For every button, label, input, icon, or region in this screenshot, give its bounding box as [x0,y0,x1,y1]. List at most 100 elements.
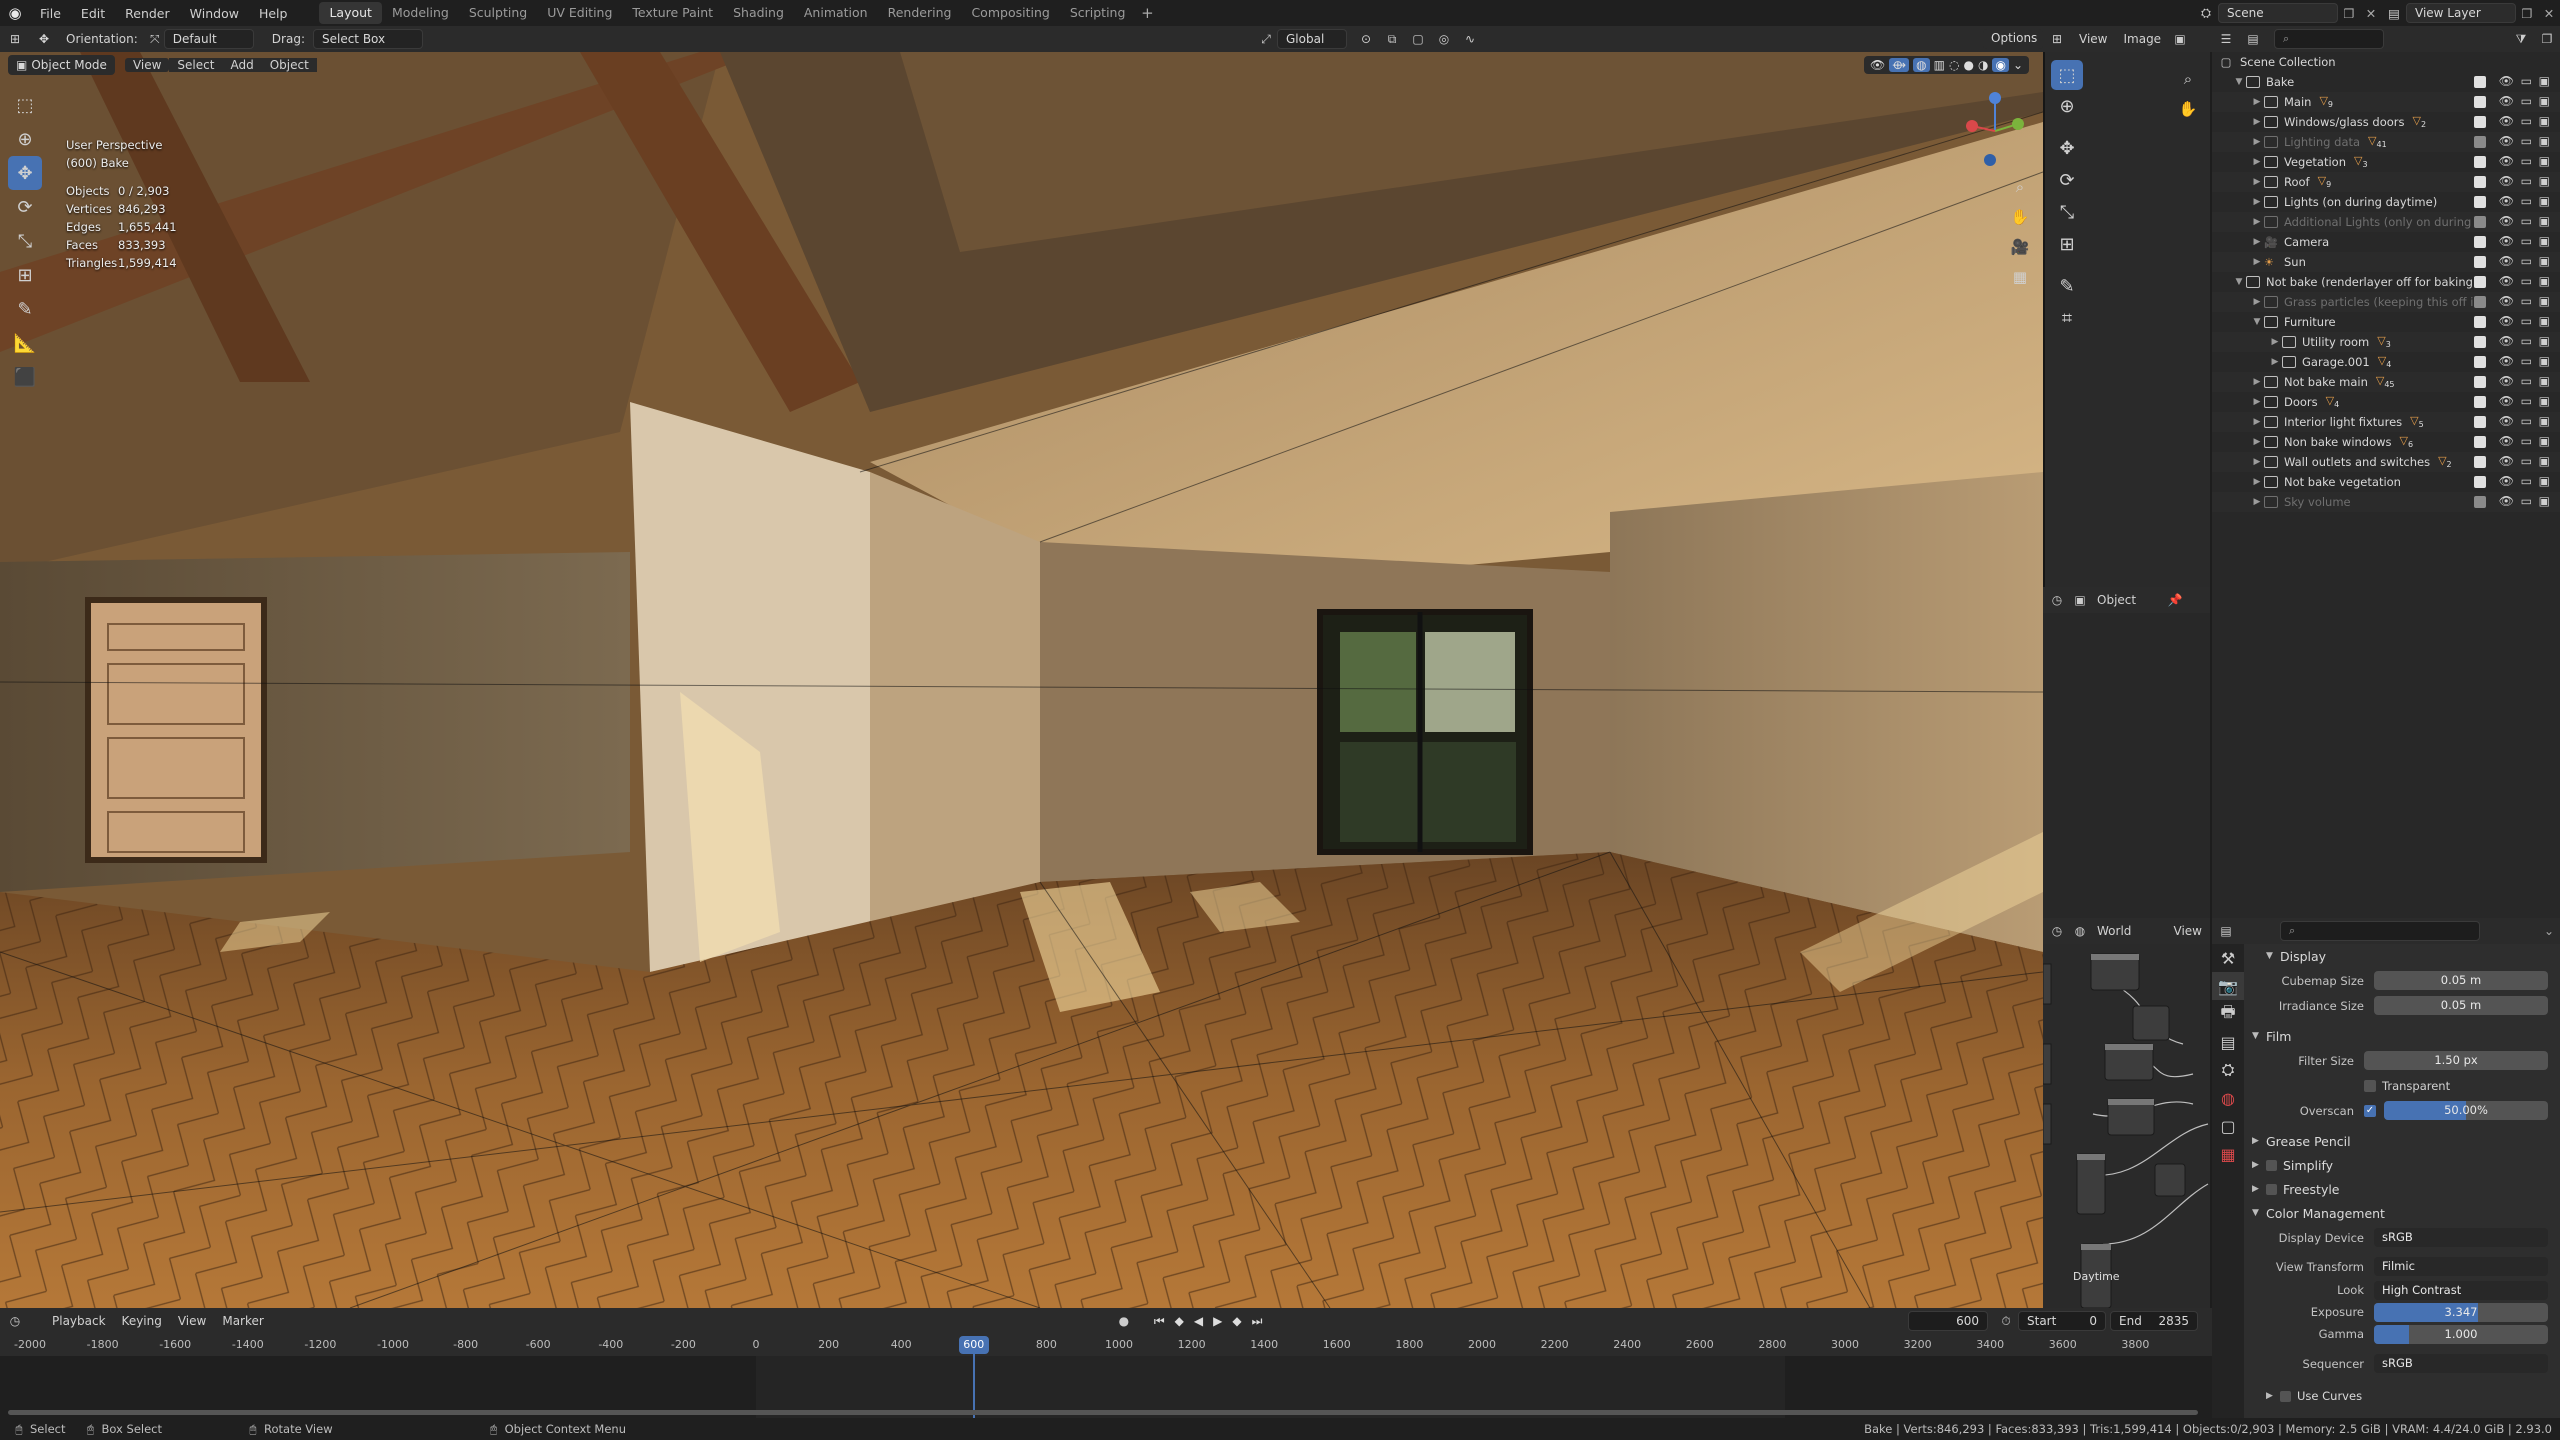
texture-tab-icon[interactable]: ▦ [2212,1140,2244,1168]
camera-toggle-icon[interactable]: ▭ [2521,434,2532,448]
exclude-checkbox[interactable] [2474,476,2486,488]
transform-tool-icon[interactable]: ⊞ [8,258,42,292]
exclude-checkbox[interactable] [2474,96,2486,108]
exposure-slider[interactable]: 3.347 [2374,1302,2548,1322]
outliner-row[interactable]: ▶ Windows/glass doors ▽2 👁 ▭ ▣ [2212,112,2560,132]
camera-toggle-icon[interactable]: ▭ [2521,254,2532,268]
camera-toggle-icon[interactable]: ▭ [2521,294,2532,308]
world-icon[interactable]: ◍ [2071,924,2089,938]
eye-icon[interactable]: 👁 [2499,134,2514,148]
outliner-row[interactable]: ▶ Lighting data ▽41 👁 ▭ ▣ [2212,132,2560,152]
outliner-row[interactable]: ▶ Utility room ▽3 👁 ▭ ▣ [2212,332,2560,352]
pin-icon[interactable]: 📌 [2164,593,2186,607]
play-reverse-icon[interactable]: ◀ [1194,1314,1203,1329]
render-toggle-icon[interactable]: ▣ [2539,314,2550,328]
render-toggle-icon[interactable]: ▣ [2539,74,2550,88]
view-layer-icon[interactable]: ▤ [2382,6,2406,21]
world-editor-type-icon[interactable]: ◷ [2043,924,2071,938]
measure-tool-icon[interactable]: 📐 [8,326,42,360]
eye-icon[interactable]: 👁 [2499,174,2514,188]
render-toggle-icon[interactable]: ▣ [2539,494,2550,508]
camera-toggle-icon[interactable]: ▭ [2521,454,2532,468]
exclude-checkbox[interactable] [2474,356,2486,368]
render-toggle-icon[interactable]: ▣ [2539,394,2550,408]
shader-type-icon[interactable]: ▣ [2071,593,2089,607]
eye-icon[interactable]: 👁 [2499,74,2514,88]
render-toggle-icon[interactable]: ▣ [2539,254,2550,268]
filter-icon[interactable]: ⧩ [2508,32,2534,47]
render-toggle-icon[interactable]: ▣ [2539,474,2550,488]
outliner-row[interactable]: ▶ Interior light fixtures ▽5 👁 ▭ ▣ [2212,412,2560,432]
outliner-row[interactable]: ▶ Lights (on during daytime) 👁 ▭ ▣ [2212,192,2560,212]
eye-icon[interactable]: 👁 [2499,94,2514,108]
play-icon[interactable]: ▶ [1213,1314,1222,1329]
chevron-right-icon[interactable]: ▶ [2250,137,2264,147]
image-rotate-tool-icon[interactable]: ⟳ [2051,164,2083,196]
exclude-checkbox[interactable] [2474,136,2486,148]
camera-toggle-icon[interactable]: ▭ [2521,74,2532,88]
image-editor-area[interactable]: ⬚ ⊕ ✥ ⟳ ⤡ ⊞ ✎ ⌗ ⌕ ✋ [2043,52,2210,587]
delete-view-layer-icon[interactable]: ✕ [2538,6,2560,21]
exclude-checkbox[interactable] [2474,336,2486,348]
menu-view[interactable]: View [124,58,170,72]
rotate-tool-icon[interactable]: ⟳ [8,190,42,224]
use-curves-checkbox[interactable] [2280,1390,2291,1402]
image-transform-tool-icon[interactable]: ⊞ [2051,228,2083,260]
pivot-icon[interactable]: ⊙ [1353,32,1379,46]
irradiance-field[interactable]: 0.05 m [2374,996,2548,1015]
outliner-row[interactable]: ▶ Sky volume 👁 ▭ ▣ [2212,492,2560,512]
render-toggle-icon[interactable]: ▣ [2539,94,2550,108]
render-toggle-icon[interactable]: ▣ [2539,234,2550,248]
tab-modeling[interactable]: Modeling [382,2,459,24]
chevron-right-icon[interactable]: ▶ [2250,437,2264,447]
display-section-header[interactable]: ▼ Display [2258,944,2560,968]
exclude-checkbox[interactable] [2474,276,2486,288]
image-zoom-icon[interactable]: ⌕ [2173,64,2203,94]
eye-icon[interactable]: 👁 [2499,294,2514,308]
menu-render[interactable]: Render [115,6,180,21]
eye-icon[interactable]: 👁 [2499,214,2514,228]
camera-toggle-icon[interactable]: ▭ [2521,414,2532,428]
image-pan-icon[interactable]: ✋ [2173,94,2203,124]
chevron-down-icon[interactable]: ▼ [2250,317,2264,327]
add-workspace-icon[interactable]: + [1135,4,1159,22]
outliner-row[interactable]: ▼ Furniture 👁 ▭ ▣ [2212,312,2560,332]
camera-toggle-icon[interactable]: ▭ [2521,474,2532,488]
camera-toggle-icon[interactable]: ▭ [2521,134,2532,148]
render-toggle-icon[interactable]: ▣ [2539,274,2550,288]
exclude-checkbox[interactable] [2474,436,2486,448]
camera-toggle-icon[interactable]: ▭ [2521,354,2532,368]
current-frame-field[interactable]: 600 [1908,1311,1988,1331]
image-scale-tool-icon[interactable]: ⤡ [2051,196,2083,228]
view-transform-dropdown[interactable]: Filmic [2374,1257,2548,1276]
exclude-checkbox[interactable] [2474,296,2486,308]
render-toggle-icon[interactable]: ▣ [2539,354,2550,368]
next-keyframe-icon[interactable]: ◆ [1232,1314,1241,1329]
start-frame-field[interactable]: Start 0 [2018,1311,2106,1331]
tab-compositing[interactable]: Compositing [961,2,1059,24]
properties-type-icon[interactable]: ▤ [2212,924,2240,938]
exclude-checkbox[interactable] [2474,416,2486,428]
snap-target-icon[interactable]: ▢ [1405,32,1431,46]
simplify-section-header[interactable]: ▶ Simplify [2244,1153,2560,1177]
camera-toggle-icon[interactable]: ▭ [2521,314,2532,328]
render-tab-icon[interactable]: 📷 [2212,972,2244,1000]
menu-window[interactable]: Window [180,6,249,21]
eye-icon[interactable]: 👁 [2499,434,2514,448]
simplify-checkbox[interactable] [2266,1159,2277,1171]
tab-shading[interactable]: Shading [723,2,794,24]
outliner-row[interactable]: ▶ Main ▽9 👁 ▭ ▣ [2212,92,2560,112]
exclude-checkbox[interactable] [2474,316,2486,328]
exclude-checkbox[interactable] [2474,396,2486,408]
outliner-row[interactable]: ▼ Bake 👁 ▭ ▣ [2212,72,2560,92]
eye-icon[interactable]: 👁 [2499,274,2514,288]
view-layer-tab-icon[interactable]: ▤ [2212,1028,2244,1056]
outliner-root[interactable]: ▢ Scene Collection [2212,52,2560,72]
cursor-tool-icon[interactable]: ⊕ [8,122,42,156]
tab-texture-paint[interactable]: Texture Paint [622,2,723,24]
eye-icon[interactable]: 👁 [2499,494,2514,508]
select-tool-icon[interactable]: ⬚ [8,88,42,122]
eye-icon[interactable]: 👁 [2499,254,2514,268]
outliner-type-icon[interactable]: ☰ [2212,32,2240,46]
clock-icon[interactable]: ⏱ [1994,1314,2018,1329]
